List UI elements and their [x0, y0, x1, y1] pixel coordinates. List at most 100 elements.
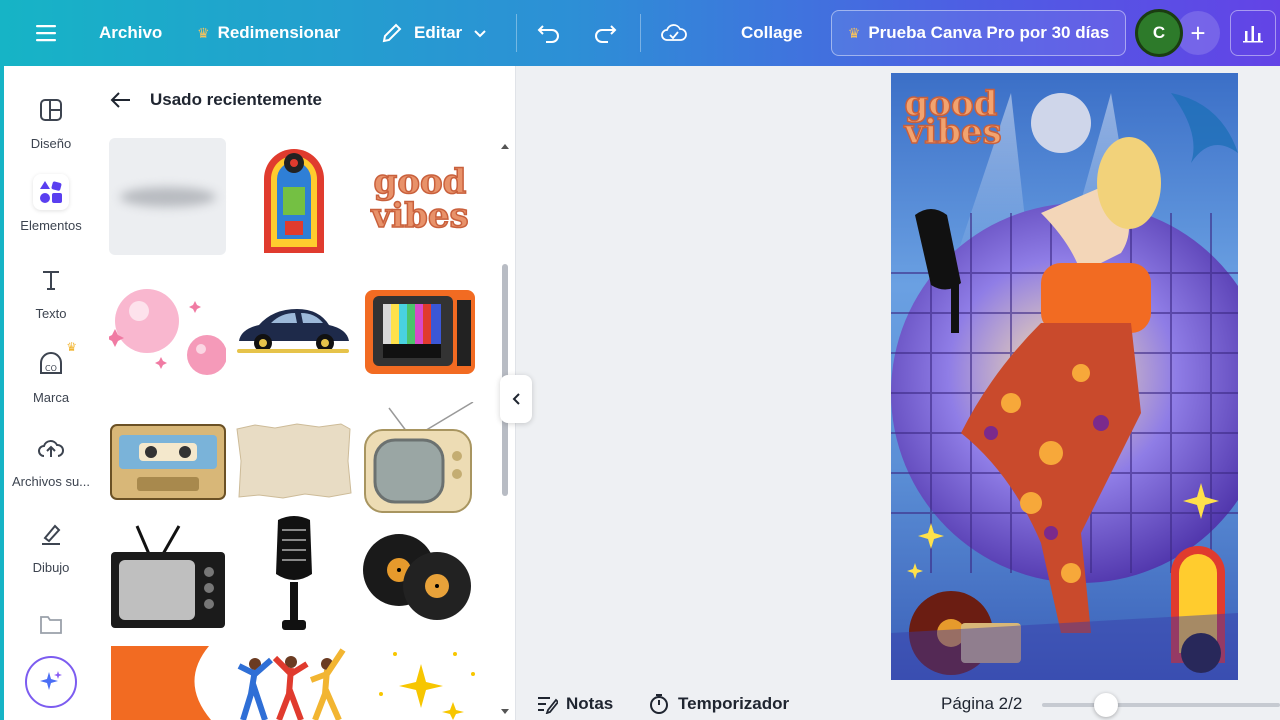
bar-chart-icon — [1243, 26, 1263, 43]
redo-icon — [595, 25, 617, 43]
bubblegum-image — [109, 288, 226, 375]
retro-tv-image — [364, 402, 474, 513]
element-microphone[interactable] — [235, 516, 352, 633]
chevron-left-icon — [512, 393, 520, 405]
elements-panel: Usado recientemente good vibes — [94, 66, 516, 720]
rail-label: Texto — [35, 306, 67, 321]
svg-text:vibes: vibes — [370, 196, 468, 236]
redimensionar-label: Redimensionar — [217, 23, 341, 42]
page-indicator[interactable]: Página 2/2 — [941, 688, 1022, 720]
svg-text:CO: CO — [45, 364, 57, 373]
scroll-up-icon — [501, 144, 509, 149]
element-sparkles[interactable] — [361, 644, 478, 720]
bottom-bar: Notas Temporizador Página 2/2 — [516, 688, 1280, 720]
rail-item-projects[interactable] — [4, 606, 98, 642]
element-jukebox[interactable] — [235, 138, 352, 255]
temporizador-label: Temporizador — [678, 694, 790, 713]
left-rail: Diseño Elementos Texto CO ♛ Marca Archiv… — [0, 66, 94, 720]
top-bar: Archivo ♛ Redimensionar Editar Collage ♛… — [0, 0, 1280, 66]
panel-title: Usado recientemente — [150, 90, 322, 109]
brand-icon: CO ♛ — [33, 340, 77, 382]
element-retro-tv[interactable] — [361, 402, 478, 519]
chevron-down-icon — [474, 30, 486, 38]
temporizador-button[interactable]: Temporizador — [648, 688, 789, 720]
layout-icon — [33, 92, 69, 128]
rail-label: Elementos — [20, 218, 82, 233]
crown-icon: ♛ — [197, 24, 210, 41]
shapes-icon — [33, 174, 69, 210]
element-dancers[interactable] — [235, 644, 352, 720]
sparkles-image — [379, 652, 475, 720]
element-classic-car[interactable] — [235, 272, 352, 389]
notes-icon — [538, 697, 558, 714]
orange-shape-image — [111, 646, 211, 720]
pencil-icon — [382, 23, 402, 43]
canvas-stage: good vibes — [516, 66, 1280, 720]
zoom-slider-track[interactable] — [1042, 703, 1280, 707]
rail-item-marca[interactable]: CO ♛ Marca — [4, 340, 98, 405]
element-bubblegum[interactable] — [109, 272, 226, 389]
element-shadow[interactable] — [109, 138, 226, 255]
hamburger-icon — [36, 25, 56, 42]
torn-paper-image — [236, 422, 352, 499]
back-arrow-icon[interactable] — [110, 91, 132, 109]
old-tv-image — [111, 524, 225, 628]
undo-icon — [537, 25, 559, 43]
element-orange-tv[interactable] — [361, 272, 478, 389]
element-cassette[interactable] — [109, 402, 226, 519]
text-icon — [33, 262, 69, 298]
editar-button[interactable]: Editar — [380, 0, 488, 66]
element-torn-paper[interactable] — [235, 402, 352, 519]
orange-tv-image — [365, 289, 475, 374]
timer-icon — [650, 694, 668, 714]
plus-icon: + — [1190, 17, 1206, 48]
rail-label: Dibujo — [32, 560, 70, 575]
element-orange-shape[interactable] — [109, 644, 226, 720]
rail-label: Marca — [32, 390, 70, 405]
rail-item-archivos[interactable]: Archivos su... — [4, 430, 98, 489]
draw-icon — [33, 516, 69, 552]
hamburger-menu-button[interactable] — [30, 0, 64, 66]
jukebox-image — [263, 148, 324, 253]
archivo-menu[interactable]: Archivo — [99, 0, 162, 66]
pro-trial-button[interactable]: ♛ Prueba Canva Pro por 30 días — [831, 10, 1126, 56]
collage-artwork: good vibes — [891, 83, 1238, 680]
rail-item-texto[interactable]: Texto — [4, 262, 98, 321]
rail-item-elementos[interactable]: Elementos — [4, 174, 98, 233]
rail-label: Archivos su... — [11, 474, 91, 489]
magic-button[interactable] — [25, 656, 77, 708]
divider — [516, 14, 517, 52]
sparkle-icon — [40, 671, 62, 690]
folder-icon — [33, 606, 69, 642]
collapse-panel-button[interactable] — [500, 375, 532, 423]
dancers-image — [237, 648, 346, 720]
panel-scrollbar[interactable] — [500, 144, 510, 716]
upload-icon — [33, 430, 69, 466]
element-old-tv[interactable] — [109, 516, 226, 633]
divider — [640, 14, 641, 52]
design-title[interactable]: Collage — [741, 0, 802, 66]
blur-shadow-shape — [119, 186, 216, 207]
avatar[interactable]: C — [1135, 9, 1183, 57]
cloud-check-icon — [661, 24, 687, 41]
undo-button[interactable] — [536, 0, 562, 66]
rail-item-diseno[interactable]: Diseño — [4, 92, 98, 151]
microphone-image — [275, 516, 312, 630]
rail-item-dibujo[interactable]: Dibujo — [4, 516, 98, 575]
editar-label: Editar — [414, 23, 463, 42]
vinyl-records-image — [363, 533, 471, 620]
good-vibes-sticker: good vibes — [369, 161, 469, 237]
notas-label: Notas — [566, 694, 614, 713]
design-page[interactable]: good vibes — [891, 73, 1238, 680]
element-vinyl-records[interactable] — [361, 516, 478, 633]
crown-icon: ♛ — [66, 340, 77, 354]
redimensionar-button[interactable]: ♛ Redimensionar — [197, 0, 340, 66]
redo-button[interactable] — [592, 0, 618, 66]
pro-trial-label: Prueba Canva Pro por 30 días — [868, 23, 1110, 42]
notas-button[interactable]: Notas — [536, 688, 613, 720]
cloud-save-button[interactable] — [660, 0, 688, 66]
zoom-slider-handle[interactable] — [1094, 693, 1118, 717]
insights-button[interactable] — [1230, 10, 1276, 56]
element-good-vibes[interactable]: good vibes — [361, 138, 478, 255]
scroll-down-icon — [501, 709, 509, 714]
